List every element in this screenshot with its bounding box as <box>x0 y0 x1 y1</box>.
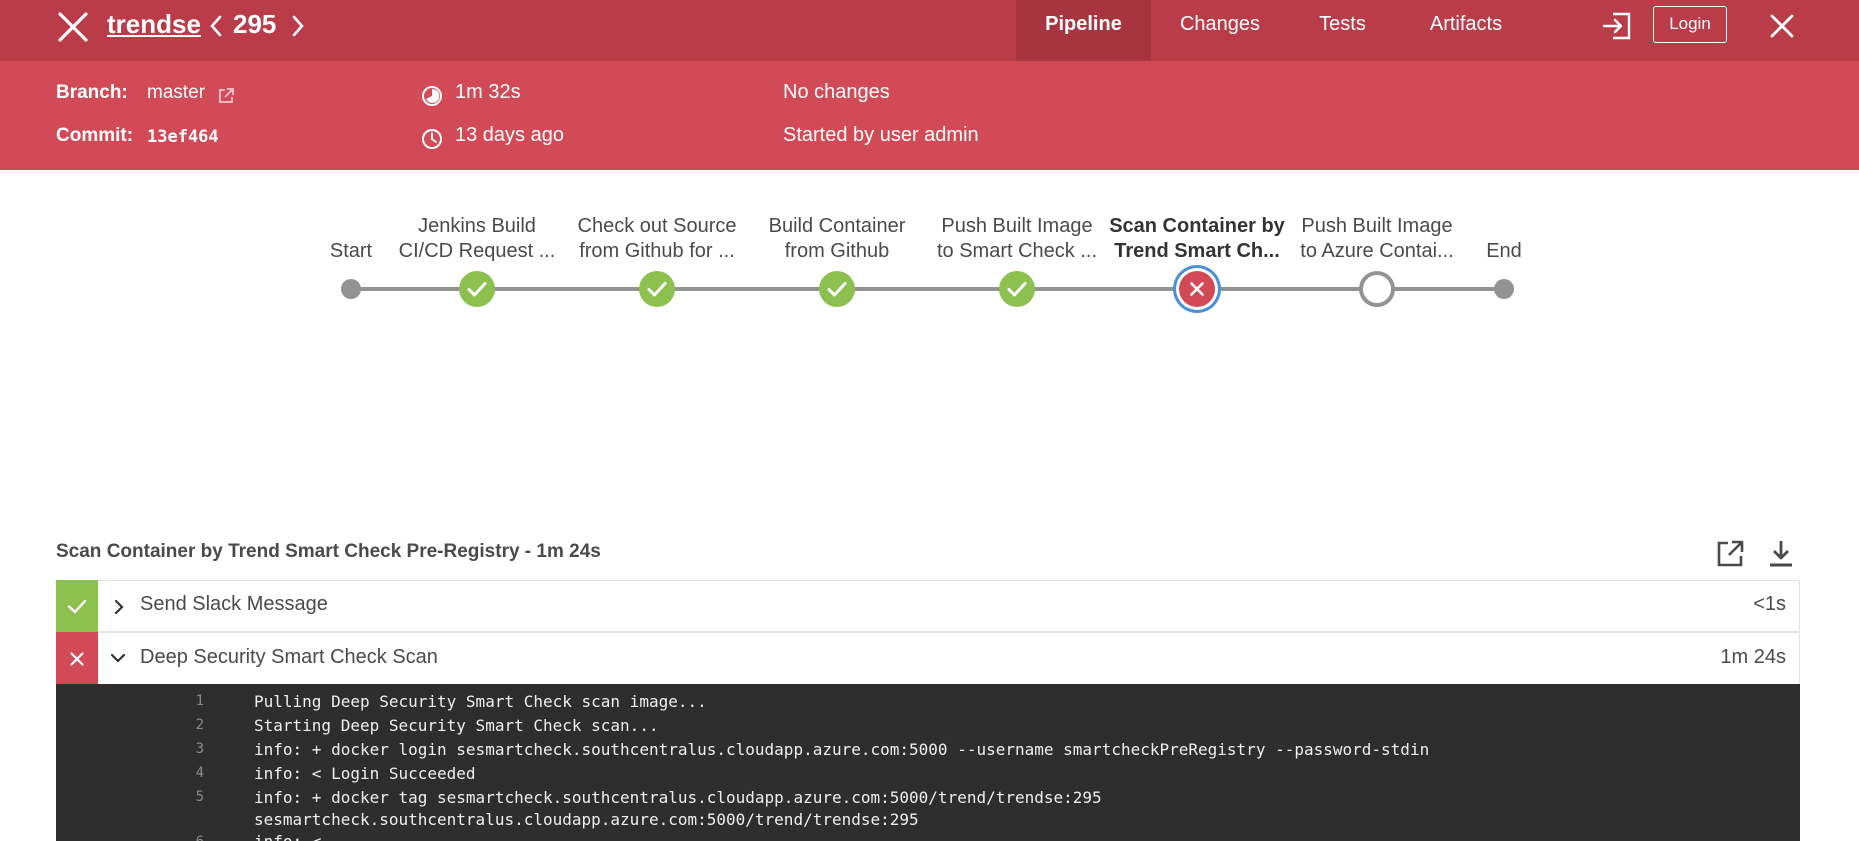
close-icon[interactable] <box>1769 13 1795 39</box>
step-row-smart-check-scan[interactable]: Deep Security Smart Check Scan 1m 24s <box>56 632 1800 686</box>
log-output[interactable]: 1 Pulling Deep Security Smart Check scan… <box>56 684 1800 841</box>
stage-label-scan-container: Scan Container by Trend Smart Ch... <box>1101 214 1293 264</box>
pipeline-connector <box>351 287 1504 291</box>
log-line: Pulling Deep Security Smart Check scan i… <box>254 692 707 711</box>
login-button[interactable]: Login <box>1653 6 1727 43</box>
stage-label-line: Jenkins Build <box>418 215 536 237</box>
stage-label-line: to Smart Check ... <box>936 240 1098 262</box>
step-label: Send Slack Message <box>140 593 328 615</box>
chevron-right-icon[interactable] <box>111 597 127 617</box>
stage-label-jenkins-build: Jenkins Build CI/CD Request ... <box>381 214 573 264</box>
close-pipeline-icon[interactable] <box>56 10 90 44</box>
stage-node-scan-container[interactable] <box>1173 265 1221 313</box>
stage-detail-title: Scan Container by Trend Smart Check Pre-… <box>56 541 601 562</box>
stage-label-end: End <box>1486 240 1522 262</box>
branch-value[interactable]: master <box>147 82 205 104</box>
success-check-icon <box>827 282 847 297</box>
tab-artifacts[interactable]: Artifacts <box>1405 0 1527 61</box>
time-ago-value: 13 days ago <box>455 124 564 146</box>
step-row-send-slack[interactable]: Send Slack Message <1s <box>56 580 1800 632</box>
step-status-success <box>56 580 98 632</box>
stage-label-line: Build Container <box>768 215 906 237</box>
run-details: Branch: master Commit: 13ef464 1m 32s 13… <box>0 61 1859 170</box>
stage-node-start[interactable] <box>341 279 361 299</box>
started-by-value: Started by user admin <box>783 124 979 146</box>
stage-node-check-out-source[interactable] <box>639 271 675 307</box>
stage-label-line: to Azure Contai... <box>1300 240 1454 262</box>
log-line-number: 4 <box>195 765 204 781</box>
stage-label-start: Start <box>329 240 373 262</box>
failed-node-core <box>1179 271 1215 307</box>
external-link-icon[interactable] <box>217 87 235 105</box>
step-status-failed <box>56 632 98 686</box>
stage-label-check-out-source: Check out Source from Github for ... <box>561 214 753 264</box>
log-line: info: + docker login sesmartcheck.southc… <box>254 740 1430 759</box>
step-duration: <1s <box>1753 593 1786 615</box>
log-line: sesmartcheck.southcentralus.cloudapp.azu… <box>254 810 919 829</box>
log-line: info: < <box>254 832 321 841</box>
job-name-link[interactable]: trendse <box>107 9 201 40</box>
step-label: Deep Security Smart Check Scan <box>140 646 438 668</box>
stage-label-line: Scan Container by <box>1109 215 1285 237</box>
stage-node-jenkins-build[interactable] <box>459 271 495 307</box>
stage-label-line: Push Built Image <box>1301 215 1453 237</box>
download-icon[interactable] <box>1768 539 1794 569</box>
commit-label: Commit: <box>56 125 134 146</box>
tab-changes[interactable]: Changes <box>1160 0 1280 61</box>
stage-label-line: from Github for ... <box>579 240 735 262</box>
pipeline-graph: Start Jenkins Build CI/CD Request ... Ch… <box>0 170 1859 360</box>
stage-label-push-azure: Push Built Image to Azure Contai... <box>1281 214 1473 264</box>
stage-node-build-container[interactable] <box>819 271 855 307</box>
stage-label-line: CI/CD Request ... <box>398 240 556 262</box>
log-line: Starting Deep Security Smart Check scan.… <box>254 716 659 735</box>
duration-value: 1m 32s <box>455 81 521 103</box>
failure-x-icon <box>70 652 84 666</box>
log-line-number: 2 <box>195 717 204 733</box>
log-line-number: 3 <box>195 741 204 757</box>
stage-label-push-smart-check: Push Built Image to Smart Check ... <box>921 214 1113 264</box>
success-check-icon <box>647 282 667 297</box>
log-line: info: < Login Succeeded <box>254 764 476 783</box>
previous-build-icon[interactable] <box>206 14 226 38</box>
clock-icon <box>421 128 443 150</box>
log-line-number: 1 <box>195 693 204 709</box>
success-check-icon <box>467 282 487 297</box>
changes-value: No changes <box>783 81 890 103</box>
stage-label-build-container: Build Container from Github <box>741 214 933 264</box>
next-build-icon[interactable] <box>288 14 308 38</box>
failure-x-icon <box>1190 282 1204 296</box>
stage-node-push-smart-check[interactable] <box>999 271 1035 307</box>
stage-label-line: Check out Source <box>577 215 737 237</box>
stage-label-line: Trend Smart Ch... <box>1114 240 1280 262</box>
stage-label-line: from Github <box>784 240 890 262</box>
duration-icon <box>421 85 443 107</box>
commit-value: 13ef464 <box>147 127 219 147</box>
open-classic-icon[interactable] <box>1602 11 1632 41</box>
chevron-down-icon[interactable] <box>108 650 128 666</box>
build-number: 295 <box>233 9 277 39</box>
stage-node-push-azure[interactable] <box>1359 271 1395 307</box>
tab-pipeline[interactable]: Pipeline <box>1016 0 1151 61</box>
tab-tests[interactable]: Tests <box>1290 0 1395 61</box>
log-line-number: 5 <box>195 789 204 805</box>
open-in-new-window-icon[interactable] <box>1715 539 1745 569</box>
log-line: info: + docker tag sesmartcheck.southcen… <box>254 788 1102 807</box>
branch-label: Branch: <box>56 82 128 103</box>
step-duration: 1m 24s <box>1720 646 1786 668</box>
top-bar: trendse 295 Pipeline Changes Tests Artif… <box>0 0 1859 61</box>
success-check-icon <box>67 599 87 614</box>
success-check-icon <box>1007 282 1027 297</box>
stage-node-end[interactable] <box>1494 279 1514 299</box>
log-line-number: 6 <box>152 834 204 841</box>
stage-label-line: Push Built Image <box>941 215 1093 237</box>
